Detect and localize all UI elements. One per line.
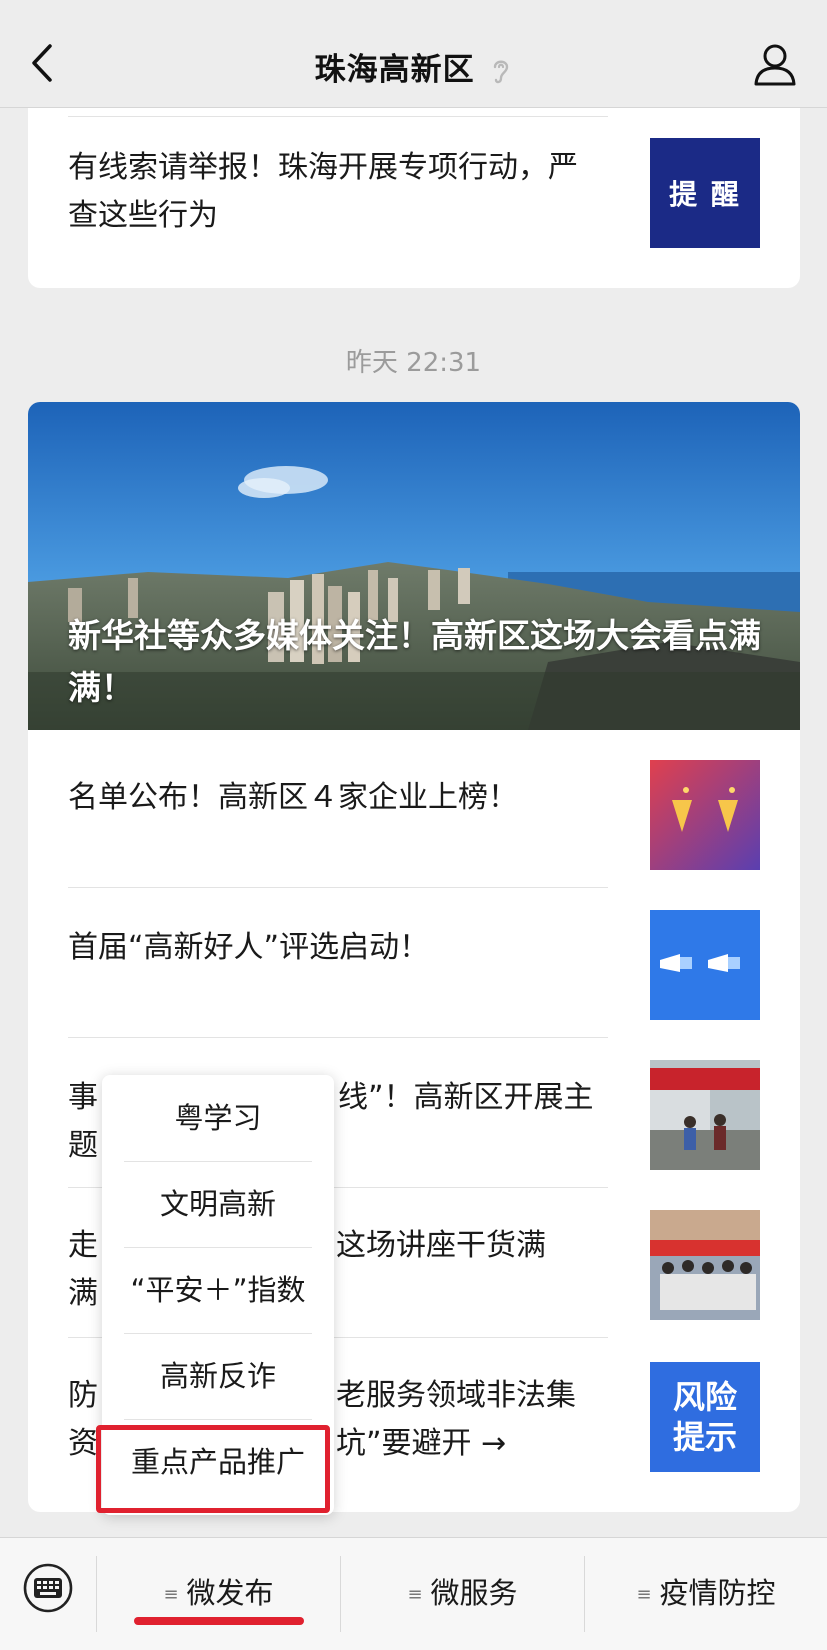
title-fragment: 防: [68, 1378, 98, 1413]
party-popper-icon: [672, 787, 738, 832]
account-name: 珠海高新区: [314, 52, 475, 88]
divider: [68, 887, 608, 888]
message-timestamp: 昨天 22:31: [345, 348, 482, 378]
menu-item-anti-fraud[interactable]: 高新反诈: [102, 1333, 334, 1419]
party-popper-thumbnail[interactable]: [650, 760, 760, 870]
thumb-label: 风险: [672, 1378, 737, 1416]
article-card-top: 有线索请举报！珠海开展专项行动，严查这些行为 提 醒: [28, 108, 800, 288]
tab-label: 微服务: [430, 1576, 518, 1610]
page-title: 珠海高新区: [0, 44, 827, 89]
menu-item-yue-study[interactable]: 粤学习: [102, 1075, 334, 1161]
menu-item-safety-index[interactable]: “平安＋”指数: [102, 1247, 334, 1333]
hero-article[interactable]: 新华社等众多媒体关注！高新区这场大会看点满满！: [28, 402, 800, 730]
tab-micro-service[interactable]: ≡ 微服务: [341, 1538, 584, 1650]
hero-title: 新华社等众多媒体关注！高新区这场大会看点满满！: [68, 616, 761, 707]
title-fragment: 坑”要避开 →: [336, 1426, 507, 1461]
divider: [68, 116, 608, 117]
group-photo: [650, 1210, 760, 1320]
header: 珠海高新区: [0, 0, 827, 108]
reminder-thumbnail[interactable]: 提 醒: [650, 138, 760, 248]
highlight-box: [96, 1425, 330, 1513]
tab-epidemic-control[interactable]: ≡ 疫情防控: [585, 1538, 827, 1650]
menu-lines-icon: ≡: [407, 1584, 423, 1605]
article-title[interactable]: 有线索请举报！珠海开展专项行动，严查这些行为: [68, 144, 603, 240]
risk-alert-thumbnail[interactable]: 风险 提示: [650, 1362, 760, 1472]
person-icon[interactable]: [751, 40, 799, 88]
tab-micro-release[interactable]: ≡ 微发布: [97, 1538, 340, 1650]
tab-label: 疫情防控: [659, 1576, 776, 1610]
title-fragment: 线”！高新区开展主: [338, 1080, 594, 1115]
bottom-menu-bar: ≡ 微发布 ≡ 微服务 ≡ 疫情防控: [0, 1537, 827, 1650]
menu-lines-icon: ≡: [163, 1584, 179, 1605]
menu-lines-icon: ≡: [636, 1584, 652, 1605]
keyboard-icon[interactable]: [22, 1562, 74, 1614]
event-photo: [650, 1060, 760, 1170]
menu-item-civilized[interactable]: 文明高新: [102, 1161, 334, 1247]
tab-label: 微发布: [186, 1576, 274, 1610]
ear-icon[interactable]: [490, 56, 512, 86]
title-fragment: 事: [68, 1080, 98, 1115]
event-photo-thumbnail[interactable]: [650, 1060, 760, 1170]
active-tab-underline: [134, 1617, 304, 1625]
title-fragment: 资: [68, 1426, 98, 1461]
title-fragment: 走: [68, 1228, 98, 1263]
megaphone-thumbnail[interactable]: [650, 910, 760, 1020]
thumb-label: 提示: [672, 1418, 737, 1456]
article-title[interactable]: 首届“高新好人”评选启动！: [68, 924, 603, 972]
megaphone-icon: [660, 954, 740, 972]
thumb-label: 提 醒: [669, 178, 741, 211]
article-title[interactable]: 名单公布！高新区４家企业上榜！: [68, 774, 603, 822]
title-fragment: 老服务领域非法集: [336, 1378, 576, 1413]
divider: [68, 1037, 608, 1038]
group-photo-thumbnail[interactable]: [650, 1210, 760, 1320]
title-fragment: 题: [68, 1128, 98, 1163]
